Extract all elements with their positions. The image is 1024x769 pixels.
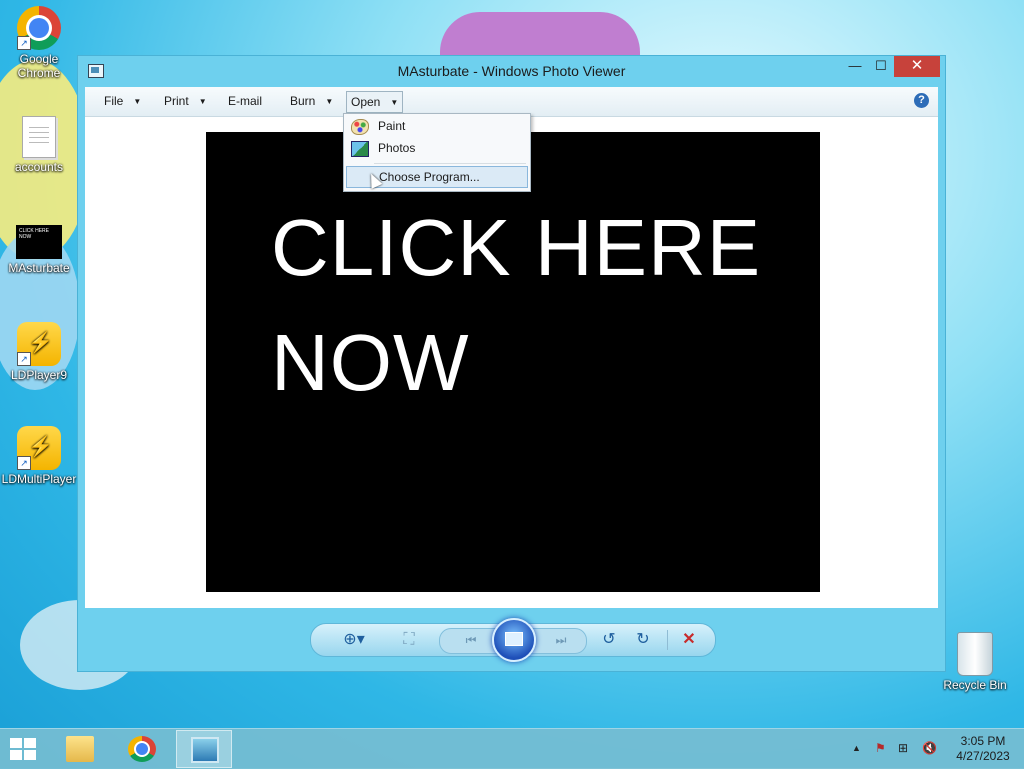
image-text-line-2: NOW [271, 318, 470, 407]
desktop-icon-label: LDPlayer9 [10, 368, 68, 382]
previous-icon[interactable]: ⏮ [459, 630, 483, 650]
controls-divider [667, 630, 668, 650]
slideshow-button[interactable] [492, 618, 536, 662]
image-file-icon: CLICK HERE NOW [16, 225, 62, 259]
thumbnail-text: CLICK HERE NOW [19, 228, 50, 240]
delete-icon[interactable]: ✕ [679, 630, 699, 650]
chevron-down-icon: ▼ [133, 97, 142, 107]
desktop-icon-label: Recycle Bin [943, 678, 1007, 692]
desktop-icon-label: Google Chrome [17, 52, 61, 80]
shortcut-arrow-icon: ↗ [17, 352, 31, 366]
desktop-icon-recycle-bin[interactable]: Recycle Bin [935, 632, 1015, 692]
playback-controls: ⊕▾ ⛶ ⏮ ⏭ ↺ ↻ ✕ [310, 618, 716, 662]
window-title: MAsturbate - Windows Photo Viewer [397, 63, 626, 79]
taskbar: ▲ ⚑ ⊞ 🔇 3:05 PM 4/27/2023 [0, 728, 1024, 769]
ldmultiplayer-icon: ↗ [17, 426, 61, 470]
desktop-icon-label: MAsturbate [8, 261, 70, 275]
file-menu-label: File [104, 94, 124, 108]
clock-time: 3:05 PM [960, 734, 1006, 748]
taskbar-file-explorer[interactable] [52, 730, 108, 768]
start-button[interactable] [10, 738, 38, 762]
desktop-icon-label: LDMultiPlayer [1, 472, 77, 486]
photos-icon [351, 141, 369, 157]
folder-icon [66, 736, 94, 762]
paint-icon [351, 119, 369, 135]
rotate-right-icon[interactable]: ↻ [633, 630, 653, 650]
menu-item-label: Paint [378, 119, 406, 133]
windows-logo-icon [24, 738, 36, 748]
desktop-icon-masturbate[interactable]: CLICK HERE NOW MAsturbate [0, 225, 79, 275]
taskbar-chrome[interactable] [114, 730, 170, 768]
actual-size-icon[interactable]: ⛶ [399, 630, 419, 650]
volume-muted-icon[interactable]: 🔇 [922, 741, 937, 755]
menu-item-label: Photos [378, 141, 416, 155]
shortcut-arrow-icon: ↗ [17, 456, 31, 470]
desktop-icon-ldplayer9[interactable]: ↗ LDPlayer9 [0, 322, 79, 382]
clock-date: 4/27/2023 [956, 749, 1010, 763]
close-button[interactable]: ✕ [894, 56, 940, 77]
image-text-line-1: CLICK HERE [271, 203, 762, 292]
chevron-down-icon: ▼ [325, 97, 334, 107]
next-icon[interactable]: ⏭ [549, 630, 573, 650]
print-menu-label: Print [164, 94, 189, 108]
network-icon[interactable]: ⊞ [898, 741, 908, 755]
chrome-icon [128, 736, 156, 762]
recycle-bin-icon [957, 632, 993, 676]
show-hidden-icons-icon[interactable]: ▲ [852, 743, 861, 753]
rotate-left-icon[interactable]: ↺ [599, 630, 619, 650]
action-center-flag-icon[interactable]: ⚑ [875, 741, 886, 755]
open-menu-label: Open [351, 95, 381, 109]
email-button[interactable]: E-mail [228, 87, 262, 116]
windows-logo-icon [10, 738, 22, 748]
file-menu-button[interactable]: File ▼ [104, 87, 141, 116]
chevron-down-icon: ▼ [198, 97, 207, 107]
ldplayer-icon: ↗ [17, 322, 61, 366]
desktop-icon-google-chrome[interactable]: ↗ Google Chrome [0, 6, 79, 80]
title-bar[interactable]: MAsturbate - Windows Photo Viewer — ☐ ✕ [78, 56, 945, 86]
menu-item-paint[interactable]: Paint [346, 116, 528, 137]
menu-item-photos[interactable]: Photos [346, 138, 528, 159]
system-clock[interactable]: 3:05 PM 4/27/2023 [950, 734, 1016, 764]
menu-divider [374, 163, 526, 164]
help-icon[interactable]: ? [914, 93, 929, 108]
photo-viewer-icon [191, 737, 219, 763]
burn-menu-button[interactable]: Burn ▼ [290, 87, 333, 116]
desktop-icon-label: accounts [14, 160, 64, 174]
chrome-icon: ↗ [17, 6, 61, 50]
desktop-icon-accounts[interactable]: accounts [0, 116, 79, 174]
print-menu-button[interactable]: Print ▼ [164, 87, 207, 116]
taskbar-photo-viewer[interactable] [176, 730, 232, 768]
chevron-down-icon: ▼ [390, 97, 399, 107]
windows-logo-icon [10, 750, 22, 760]
burn-menu-label: Burn [290, 94, 316, 108]
maximize-button[interactable]: ☐ [868, 56, 894, 77]
desktop-icon-ldmultiplayer[interactable]: ↗ LDMultiPlayer [0, 426, 79, 486]
zoom-icon[interactable]: ⊕▾ [339, 630, 369, 650]
open-menu-button[interactable]: Open ▼ [346, 91, 404, 113]
shortcut-arrow-icon: ↗ [17, 36, 31, 50]
menu-item-label: Choose Program... [379, 170, 480, 184]
windows-logo-icon [24, 750, 36, 760]
minimize-button[interactable]: — [842, 56, 868, 77]
text-file-icon [22, 116, 56, 158]
displayed-image: CLICK HERE NOW [206, 132, 820, 592]
